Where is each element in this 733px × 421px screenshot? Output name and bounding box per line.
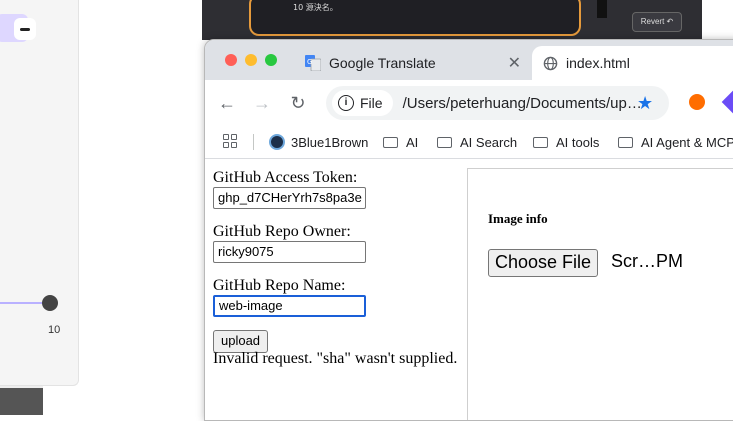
background-dark-bar xyxy=(597,0,607,18)
folder-icon xyxy=(533,136,548,148)
folder-icon xyxy=(618,136,633,148)
tab-label: Google Translate xyxy=(329,55,436,71)
choose-file-button[interactable]: Choose File xyxy=(488,249,599,277)
image-info-frame: Image info Choose File Scr…PM xyxy=(467,168,733,420)
repo-input[interactable]: web-image xyxy=(213,295,366,317)
minimize-window-icon[interactable] xyxy=(245,54,257,66)
repo-label: GitHub Repo Name: xyxy=(213,277,346,294)
bookmark-label: AI xyxy=(406,134,419,150)
bookmark-label: AI Search xyxy=(460,134,518,150)
browser-toolbar: ← → ↻ i File /Users/peterhuang/Documents… xyxy=(205,80,733,126)
background-settings-panel: 10 xyxy=(0,0,79,386)
bookmark-folder-ai-agent-mcp[interactable]: AI Agent & MCP xyxy=(618,126,733,158)
image-info-title: Image info xyxy=(488,211,548,226)
bookmark-label: AI Agent & MCP xyxy=(641,134,733,150)
info-icon: i xyxy=(338,95,354,111)
globe-icon xyxy=(542,55,558,71)
tab-index-html[interactable]: index.html xyxy=(532,46,733,80)
bookmark-label: AI tools xyxy=(556,134,600,150)
tab-google-translate[interactable]: G Google Translate ✕ xyxy=(295,46,525,80)
google-translate-icon: G xyxy=(305,55,321,71)
3blue1brown-icon xyxy=(269,134,285,150)
close-tab-icon[interactable]: ✕ xyxy=(508,53,521,73)
background-revert-button: Revert ↶ xyxy=(632,12,682,32)
selected-file-name: Scr…PM xyxy=(611,251,683,271)
bookmark-folder-ai[interactable]: AI xyxy=(383,126,418,158)
bookmark-folder-ai-search[interactable]: AI Search xyxy=(437,126,517,158)
close-window-icon[interactable] xyxy=(225,54,237,66)
folder-icon xyxy=(437,136,452,148)
back-arrow-icon[interactable]: ← xyxy=(215,91,239,115)
bookmark-label: 3Blue1Brown xyxy=(291,134,369,150)
browser-window: G Google Translate ✕ index.html ← → ↻ i … xyxy=(204,39,733,421)
background-slider-value: 10 xyxy=(48,324,61,336)
apps-grid-icon[interactable] xyxy=(223,134,237,148)
background-orange-frame: 10 源決名。 xyxy=(249,0,581,36)
tab-bar: G Google Translate ✕ index.html xyxy=(205,40,733,80)
page-content: GitHub Access Token: ghp_d7CHerYrh7s8pa3… xyxy=(205,159,733,420)
bookmark-3blue1brown[interactable]: 3Blue1Brown xyxy=(269,126,368,158)
bookmarks-bar: 3Blue1Brown AI AI Search AI tools AI Age… xyxy=(205,126,733,159)
folder-icon xyxy=(383,136,398,148)
bookmark-folder-ai-tools[interactable]: AI tools xyxy=(533,126,599,158)
owner-label: GitHub Repo Owner: xyxy=(213,223,351,240)
bookmarks-divider xyxy=(253,134,254,150)
site-info-chip[interactable]: i File xyxy=(332,90,393,116)
extension-purple-icon[interactable] xyxy=(721,90,733,114)
background-window-text: 10 源決名。 xyxy=(293,3,338,12)
tab-label: index.html xyxy=(566,55,630,71)
address-bar[interactable]: i File /Users/peterhuang/Documents/up… xyxy=(326,86,669,120)
extension-orange-icon[interactable] xyxy=(689,94,705,110)
background-dark-strip xyxy=(0,388,43,415)
minus-icon xyxy=(14,18,36,40)
forward-arrow-icon[interactable]: → xyxy=(250,91,274,115)
background-dark-window: 10 源決名。 Revert ↶ xyxy=(202,0,702,40)
fullscreen-window-icon[interactable] xyxy=(265,54,277,66)
error-message: Invalid request. "sha" wasn't supplied. xyxy=(213,350,458,367)
reload-icon[interactable]: ↻ xyxy=(286,91,310,115)
svg-text:G: G xyxy=(307,58,312,66)
token-label: GitHub Access Token: xyxy=(213,169,358,186)
site-info-label: File xyxy=(360,95,383,111)
background-slider-knob xyxy=(42,295,58,311)
owner-input[interactable]: ricky9075 xyxy=(213,241,366,263)
url-text: /Users/peterhuang/Documents/up… xyxy=(402,94,642,112)
token-input[interactable]: ghp_d7CHerYrh7s8pa3e xyxy=(213,187,366,209)
bookmark-star-icon[interactable]: ★ xyxy=(637,93,653,114)
